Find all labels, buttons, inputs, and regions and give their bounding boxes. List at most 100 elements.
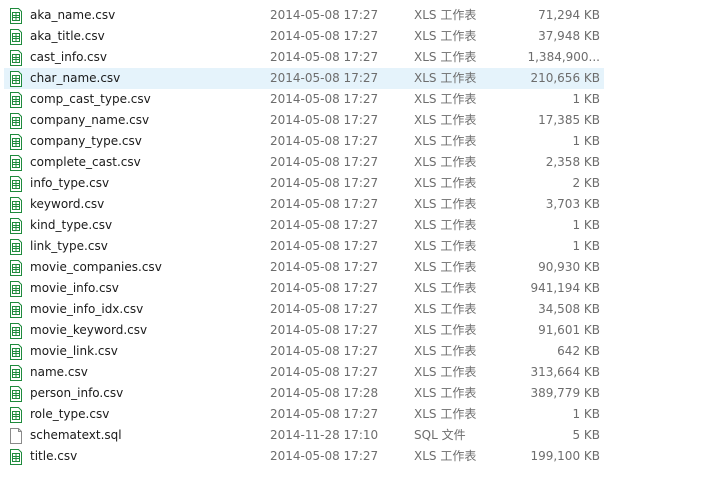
- xls-file-icon: [9, 197, 23, 213]
- file-type: XLS 工作表: [414, 260, 477, 274]
- file-size: 90,930 KB: [538, 260, 600, 274]
- file-name: name.csv: [30, 365, 88, 379]
- file-row-role-type-csv[interactable]: role_type.csv 2014-05-08 17:27 XLS 工作表 1…: [4, 404, 604, 425]
- file-type: XLS 工作表: [414, 449, 477, 463]
- xls-file-icon: [9, 176, 23, 192]
- file-row-title-csv[interactable]: title.csv 2014-05-08 17:27 XLS 工作表 199,1…: [4, 446, 604, 467]
- file-row-movie-companies-csv[interactable]: movie_companies.csv 2014-05-08 17:27 XLS…: [4, 257, 604, 278]
- file-name: aka_title.csv: [30, 29, 105, 43]
- file-size: 210,656 KB: [530, 71, 600, 85]
- file-type: XLS 工作表: [414, 8, 477, 22]
- file-date-modified: 2014-05-08 17:27: [270, 50, 379, 64]
- file-type: XLS 工作表: [414, 71, 477, 85]
- xls-file-icon: [9, 218, 23, 234]
- file-type: XLS 工作表: [414, 281, 477, 295]
- file-name: keyword.csv: [30, 197, 105, 211]
- file-date-modified: 2014-05-08 17:27: [270, 218, 379, 232]
- sql-file-icon: [9, 428, 23, 444]
- file-size: 1 KB: [572, 407, 600, 421]
- file-type: XLS 工作表: [414, 323, 477, 337]
- file-date-modified: 2014-05-08 17:27: [270, 449, 379, 463]
- file-row-aka-title-csv[interactable]: aka_title.csv 2014-05-08 17:27 XLS 工作表 3…: [4, 26, 604, 47]
- xls-file-icon: [9, 29, 23, 45]
- file-size: 2 KB: [572, 176, 600, 190]
- file-size: 1 KB: [572, 239, 600, 253]
- file-name: movie_link.csv: [30, 344, 118, 358]
- xls-file-icon: [9, 281, 23, 297]
- file-size: 313,664 KB: [530, 365, 600, 379]
- file-type: XLS 工作表: [414, 92, 477, 106]
- file-name: movie_keyword.csv: [30, 323, 148, 337]
- file-type: XLS 工作表: [414, 29, 477, 43]
- file-date-modified: 2014-05-08 17:28: [270, 386, 379, 400]
- file-size: 1 KB: [572, 134, 600, 148]
- file-size: 17,385 KB: [538, 113, 600, 127]
- file-size: 37,948 KB: [538, 29, 600, 43]
- file-row-aka-name-csv[interactable]: aka_name.csv 2014-05-08 17:27 XLS 工作表 71…: [4, 5, 604, 26]
- file-type: XLS 工作表: [414, 344, 477, 358]
- file-date-modified: 2014-05-08 17:27: [270, 176, 379, 190]
- file-row-link-type-csv[interactable]: link_type.csv 2014-05-08 17:27 XLS 工作表 1…: [4, 236, 604, 257]
- file-row-char-name-csv[interactable]: char_name.csv 2014-05-08 17:27 XLS 工作表 2…: [4, 68, 604, 89]
- file-name: cast_info.csv: [30, 50, 107, 64]
- xls-file-icon: [9, 155, 23, 171]
- file-date-modified: 2014-05-08 17:27: [270, 323, 379, 337]
- xls-file-icon: [9, 386, 23, 402]
- file-type: XLS 工作表: [414, 239, 477, 253]
- file-row-person-info-csv[interactable]: person_info.csv 2014-05-08 17:28 XLS 工作表…: [4, 383, 604, 404]
- file-date-modified: 2014-05-08 17:27: [270, 407, 379, 421]
- xls-file-icon: [9, 260, 23, 276]
- file-type: XLS 工作表: [414, 176, 477, 190]
- file-row-comp-cast-type-csv[interactable]: comp_cast_type.csv 2014-05-08 17:27 XLS …: [4, 89, 604, 110]
- file-date-modified: 2014-05-08 17:27: [270, 92, 379, 106]
- file-row-movie-info-idx-csv[interactable]: movie_info_idx.csv 2014-05-08 17:27 XLS …: [4, 299, 604, 320]
- file-type: XLS 工作表: [414, 155, 477, 169]
- xls-file-icon: [9, 323, 23, 339]
- file-name: role_type.csv: [30, 407, 110, 421]
- file-row-kind-type-csv[interactable]: kind_type.csv 2014-05-08 17:27 XLS 工作表 1…: [4, 215, 604, 236]
- file-row-info-type-csv[interactable]: info_type.csv 2014-05-08 17:27 XLS 工作表 2…: [4, 173, 604, 194]
- xls-file-icon: [9, 407, 23, 423]
- file-row-company-name-csv[interactable]: company_name.csv 2014-05-08 17:27 XLS 工作…: [4, 110, 604, 131]
- file-row-name-csv[interactable]: name.csv 2014-05-08 17:27 XLS 工作表 313,66…: [4, 362, 604, 383]
- file-name: title.csv: [30, 449, 78, 463]
- file-size: 389,779 KB: [530, 386, 600, 400]
- file-size: 2,358 KB: [545, 155, 600, 169]
- file-name: info_type.csv: [30, 176, 110, 190]
- file-row-schematext-sql[interactable]: schematext.sql 2014-11-28 17:10 SQL 文件 5…: [4, 425, 604, 446]
- file-row-cast-info-csv[interactable]: cast_info.csv 2014-05-08 17:27 XLS 工作表 1…: [4, 47, 604, 68]
- xls-file-icon: [9, 302, 23, 318]
- file-type: XLS 工作表: [414, 218, 477, 232]
- file-name: company_name.csv: [30, 113, 150, 127]
- file-size: 199,100 KB: [530, 449, 600, 463]
- file-size: 642 KB: [557, 344, 600, 358]
- file-name: link_type.csv: [30, 239, 108, 253]
- file-name: movie_info_idx.csv: [30, 302, 144, 316]
- file-list: aka_name.csv 2014-05-08 17:27 XLS 工作表 71…: [4, 5, 604, 467]
- file-date-modified: 2014-05-08 17:27: [270, 134, 379, 148]
- file-row-keyword-csv[interactable]: keyword.csv 2014-05-08 17:27 XLS 工作表 3,7…: [4, 194, 604, 215]
- file-row-company-type-csv[interactable]: company_type.csv 2014-05-08 17:27 XLS 工作…: [4, 131, 604, 152]
- file-size: 1 KB: [572, 218, 600, 232]
- file-date-modified: 2014-05-08 17:27: [270, 155, 379, 169]
- file-size: 1 KB: [572, 92, 600, 106]
- file-type: SQL 文件: [414, 428, 466, 442]
- xls-file-icon: [9, 449, 23, 465]
- file-type: XLS 工作表: [414, 134, 477, 148]
- xls-file-icon: [9, 50, 23, 66]
- xls-file-icon: [9, 239, 23, 255]
- file-row-complete-cast-csv[interactable]: complete_cast.csv 2014-05-08 17:27 XLS 工…: [4, 152, 604, 173]
- file-date-modified: 2014-05-08 17:27: [270, 113, 379, 127]
- xls-file-icon: [9, 344, 23, 360]
- file-date-modified: 2014-05-08 17:27: [270, 281, 379, 295]
- file-size: 5 KB: [572, 428, 600, 442]
- file-name: schematext.sql: [30, 428, 122, 442]
- file-row-movie-keyword-csv[interactable]: movie_keyword.csv 2014-05-08 17:27 XLS 工…: [4, 320, 604, 341]
- file-date-modified: 2014-11-28 17:10: [270, 428, 379, 442]
- file-name: aka_name.csv: [30, 8, 116, 22]
- file-row-movie-info-csv[interactable]: movie_info.csv 2014-05-08 17:27 XLS 工作表 …: [4, 278, 604, 299]
- file-type: XLS 工作表: [414, 407, 477, 421]
- file-row-movie-link-csv[interactable]: movie_link.csv 2014-05-08 17:27 XLS 工作表 …: [4, 341, 604, 362]
- file-name: movie_info.csv: [30, 281, 119, 295]
- file-name: company_type.csv: [30, 134, 142, 148]
